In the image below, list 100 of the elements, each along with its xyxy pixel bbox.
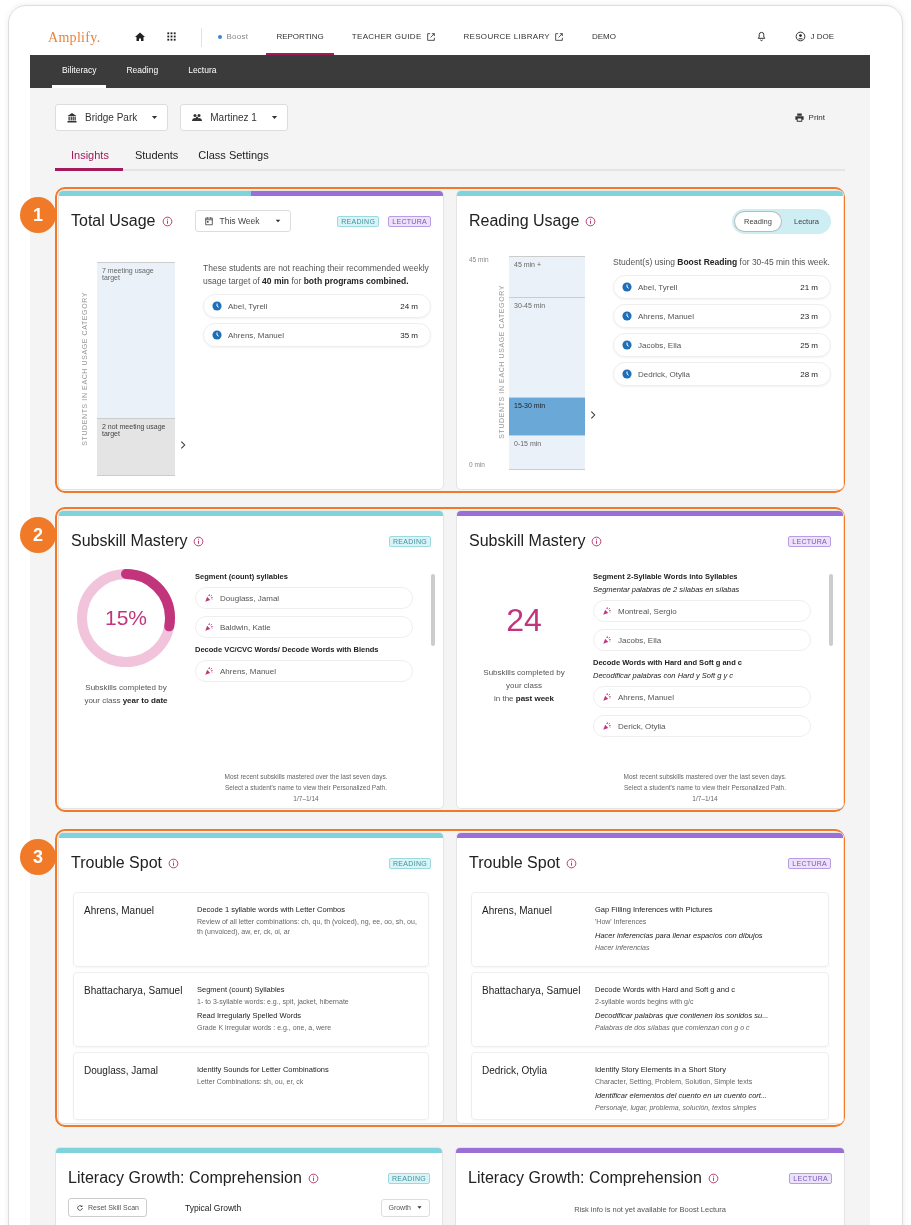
card-title: Trouble Spot bbox=[71, 854, 162, 872]
user-icon bbox=[795, 31, 807, 42]
nav-link[interactable]: DEMO bbox=[581, 20, 626, 55]
section-number: 3 bbox=[20, 839, 56, 875]
student-name: Bhattacharya, Samuel bbox=[482, 985, 582, 998]
usage-minutes: 35 m bbox=[400, 330, 418, 340]
info-icon[interactable] bbox=[193, 535, 205, 547]
caret-icon bbox=[416, 1204, 423, 1211]
caret-icon bbox=[150, 113, 160, 122]
usage-minutes: 24 m bbox=[400, 301, 418, 311]
class-dropdown[interactable]: Martinez 1 bbox=[180, 104, 288, 131]
party-popper-icon bbox=[204, 666, 214, 676]
program-name: Boost bbox=[226, 32, 249, 41]
growth-label: Typical Growth bbox=[184, 1202, 242, 1213]
clock-icon bbox=[622, 369, 632, 380]
student-name: Dedrick, Otylia bbox=[482, 1065, 548, 1078]
party-popper-icon bbox=[602, 606, 612, 616]
usage-description: These students are not reaching their recommended weekly usage target of 40 min for both programs combined. bbox=[203, 262, 430, 289]
apps-icon[interactable] bbox=[166, 31, 178, 42]
card-title: Total Usage bbox=[71, 212, 156, 230]
party-popper-icon bbox=[602, 692, 612, 702]
home-icon[interactable] bbox=[134, 30, 147, 43]
user-name: J DOE bbox=[810, 32, 834, 41]
subskill-caption: Subskills completed by your class in the past week bbox=[483, 667, 565, 705]
student-name: Dedrick, Otylia bbox=[638, 369, 690, 379]
nav-link[interactable]: TEACHER GUIDE bbox=[341, 20, 446, 55]
bell-icon bbox=[756, 31, 768, 42]
print-button[interactable]: Print bbox=[787, 111, 831, 124]
student-name: Bhattacharya, Samuel bbox=[84, 985, 184, 998]
student-name: Abel, Tyrell bbox=[638, 282, 678, 292]
page-tab[interactable]: Insights bbox=[55, 149, 123, 171]
subskill-count: 24 bbox=[506, 602, 542, 639]
section-number: 2 bbox=[20, 517, 56, 553]
nav-link-label: RESOURCE LIBRARY bbox=[463, 32, 550, 41]
usage-minutes: 21 m bbox=[800, 282, 818, 292]
usage-minutes: 25 m bbox=[800, 340, 818, 350]
subskill-caption: Subskills completed by your class year to date bbox=[84, 682, 168, 707]
party-popper-icon bbox=[602, 635, 612, 645]
nav-link-label: TEACHER GUIDE bbox=[351, 32, 422, 41]
card-title: Subskill Mastery bbox=[71, 532, 188, 550]
school-dropdown[interactable]: Bridge Park bbox=[55, 104, 169, 131]
usage-minutes: 28 m bbox=[800, 369, 818, 379]
card-title: Trouble Spot bbox=[469, 854, 560, 872]
calendar-icon bbox=[203, 216, 214, 226]
scrollbar bbox=[431, 574, 435, 646]
info-icon[interactable] bbox=[161, 215, 173, 227]
card-title: Subskill Mastery bbox=[469, 532, 586, 550]
external-link-icon bbox=[425, 31, 436, 42]
party-popper-icon bbox=[602, 721, 612, 731]
section-number: 1 bbox=[20, 197, 56, 233]
scrollbar bbox=[829, 574, 833, 646]
subnav-tab[interactable]: Lectura bbox=[178, 55, 227, 88]
card-title: Literacy Growth: Comprehension bbox=[68, 1169, 302, 1187]
info-icon[interactable] bbox=[566, 857, 577, 869]
printer-icon bbox=[793, 112, 805, 123]
info-icon[interactable] bbox=[168, 857, 179, 869]
clock-icon bbox=[212, 301, 222, 312]
student-pill[interactable]: Ahrens, Manuel 35 m bbox=[203, 323, 431, 348]
user-menu[interactable]: J DOE bbox=[785, 20, 844, 55]
clock-icon bbox=[212, 330, 222, 341]
student-name: Abel, Tyrell bbox=[228, 301, 268, 311]
student-pill[interactable]: Ahrens, Manuel 23 m bbox=[613, 304, 831, 329]
card-title: Literacy Growth: Comprehension bbox=[468, 1169, 702, 1187]
student-name: Ahrens, Manuel bbox=[638, 311, 695, 321]
info-icon[interactable] bbox=[707, 1172, 719, 1184]
student-name: Ahrens, Manuel bbox=[482, 905, 554, 918]
caret-icon bbox=[269, 113, 279, 122]
card-title: Reading Usage bbox=[469, 212, 580, 230]
party-popper-icon bbox=[204, 593, 214, 603]
subnav-tab[interactable]: Reading bbox=[116, 55, 169, 88]
student-pill[interactable]: Jacobs, Ella 25 m bbox=[613, 333, 831, 358]
subnav-tab[interactable]: Biliteracy bbox=[52, 55, 107, 88]
chevron-right-icon[interactable] bbox=[588, 408, 598, 421]
info-icon[interactable] bbox=[585, 215, 597, 227]
people-icon bbox=[191, 111, 204, 124]
nav-link[interactable]: RESOURCE LIBRARY bbox=[453, 20, 574, 55]
clock-icon bbox=[622, 311, 632, 322]
building-icon bbox=[66, 111, 78, 124]
usage-description: Student(s) using Boost Reading for 30-45 min this week. bbox=[613, 256, 831, 269]
caret-icon bbox=[273, 217, 282, 225]
refresh-icon bbox=[76, 1203, 84, 1212]
clock-icon bbox=[622, 340, 632, 351]
student-pill[interactable]: Abel, Tyrell 24 m bbox=[203, 294, 431, 319]
party-popper-icon bbox=[204, 622, 214, 632]
student-name: Ahrens, Manuel bbox=[228, 330, 285, 340]
external-link-icon bbox=[553, 31, 564, 42]
student-pill[interactable]: Dedrick, Otylia 28 m bbox=[613, 362, 831, 387]
page-tab[interactable]: Students bbox=[126, 149, 187, 171]
period-dropdown[interactable]: This Week bbox=[194, 210, 291, 232]
student-name: Jacobs, Ella bbox=[638, 340, 682, 350]
info-icon[interactable] bbox=[591, 535, 603, 547]
student-pill[interactable]: Abel, Tyrell 21 m bbox=[613, 275, 831, 300]
status-dot bbox=[218, 34, 223, 39]
usage-minutes: 23 m bbox=[800, 311, 818, 321]
progress-percent: 15% bbox=[105, 606, 147, 630]
student-name: Ahrens, Manuel bbox=[84, 905, 156, 918]
program-switcher[interactable]: Boost bbox=[208, 20, 259, 55]
student-name: Douglass, Jamal bbox=[84, 1065, 159, 1078]
info-icon[interactable] bbox=[307, 1172, 319, 1184]
page-tab[interactable]: Class Settings bbox=[190, 149, 277, 171]
